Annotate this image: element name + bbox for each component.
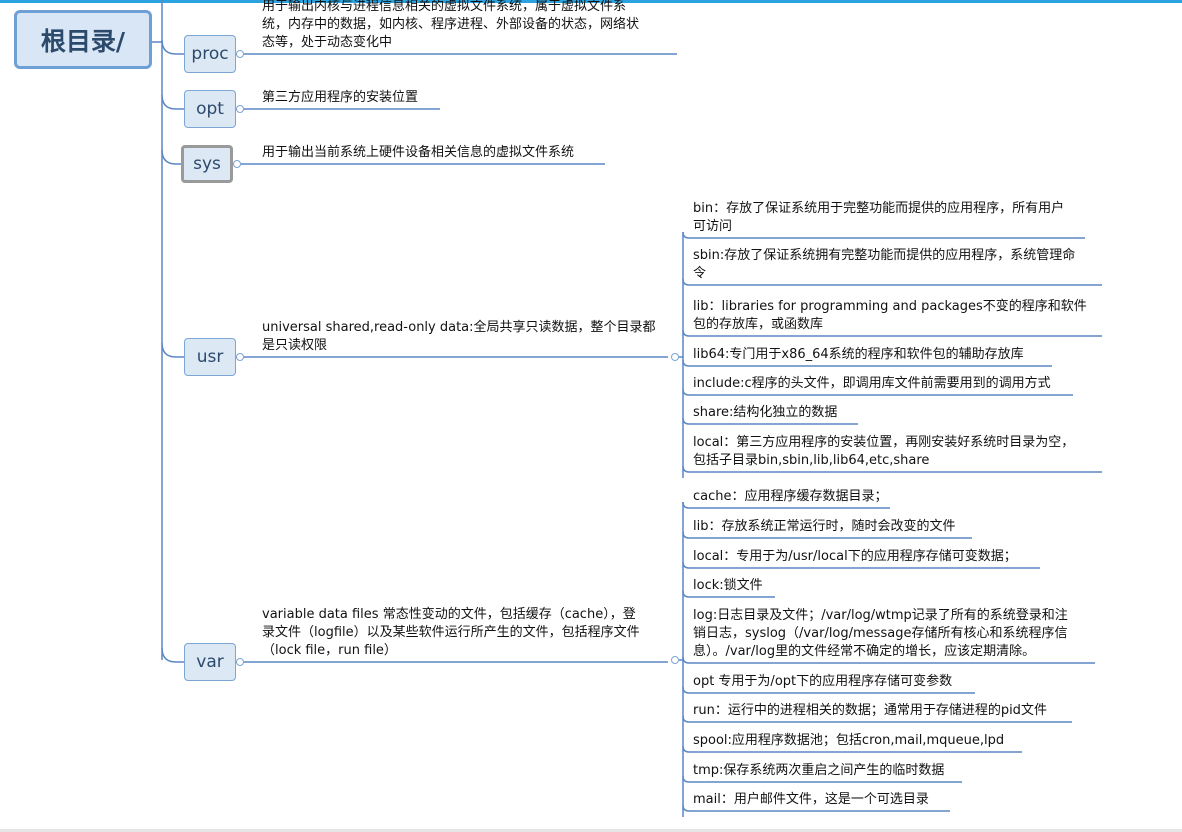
node-sys[interactable]: sys [181, 145, 233, 183]
text-line: 统，内存中的数据，如内核、程序进程、外部设备的状态，网络状 [262, 17, 640, 32]
text-line: 态等，处于动态变化中 [262, 35, 393, 50]
var-child-5: opt 专用于为/opt下的应用程序存储可变参数 [693, 673, 952, 691]
var-child-7: spool:应用程序数据池；包括cron,mail,mqueue,lpd [693, 732, 1004, 750]
var-child-8: tmp:保存系统两次重启之间产生的临时数据 [693, 762, 944, 780]
text-line: 令 [693, 266, 707, 281]
desc-opt: 第三方应用程序的安装位置 [262, 89, 418, 107]
text-line: include:c程序的头文件，即调用库文件前需要用到的调用方式 [693, 376, 1051, 391]
node-opt[interactable]: opt [184, 90, 236, 128]
text-line: 是只读权限 [262, 338, 328, 353]
text-line: 录文件（logfile）以及某些软件运行所产生的文件，包括程序文件 [262, 625, 640, 640]
text-line: bin：存放了保证系统用于完整功能而提供的应用程序，所有用户 [693, 201, 1065, 216]
text-line: 用于输出当前系统上硬件设备相关信息的虚拟文件系统 [262, 145, 575, 160]
var-child-2: local：专用于为/usr/local下的应用程序存储可变数据； [693, 548, 1017, 566]
text-line: run：运行中的进程相关的数据；通常用于存储进程的pid文件 [693, 703, 1047, 718]
text-line: tmp:保存系统两次重启之间产生的临时数据 [693, 763, 945, 778]
text-line: share:结构化独立的数据 [693, 405, 838, 420]
usr-child-0: bin：存放了保证系统用于完整功能而提供的应用程序，所有用户 可访问 [693, 200, 1064, 236]
text-line: lib：libraries for programming and packag… [693, 299, 1087, 314]
text-line: 息）。/var/log里的文件经常不确定的增长，应该定期清除。 [693, 644, 1036, 659]
text-line: log:日志目录及文件；/var/log/wtmp记录了所有的系统登录和注 [693, 608, 1068, 623]
usr-child-5: share:结构化独立的数据 [693, 404, 837, 422]
var-child-4: log:日志目录及文件；/var/log/wtmp记录了所有的系统登录和注 销日志… [693, 607, 1068, 661]
node-var[interactable]: var [184, 643, 236, 681]
text-line: 包的存放库，或函数库 [693, 317, 824, 332]
var-child-9: mail：用户邮件文件，这是一个可选目录 [693, 791, 929, 809]
desc-sys: 用于输出当前系统上硬件设备相关信息的虚拟文件系统 [262, 144, 574, 162]
usr-child-4: include:c程序的头文件，即调用库文件前需要用到的调用方式 [693, 375, 1051, 393]
text-line: 用于输出内核与进程信息相关的虚拟文件系统，属于虚拟文件系 [262, 0, 627, 14]
root-node[interactable]: 根目录/ [14, 10, 152, 69]
text-line: opt 专用于为/opt下的应用程序存储可变参数 [693, 674, 953, 689]
text-line: 第三方应用程序的安装位置 [262, 90, 419, 105]
text-line: lib64:专门用于x86_64系统的程序和软件包的辅助存放库 [693, 347, 1024, 362]
desc-var: variable data files 常态性变动的文件，包括缓存（cache）… [262, 606, 640, 660]
text-line: sbin:存放了保证系统拥有完整功能而提供的应用程序，系统管理命 [693, 248, 1076, 263]
var-child-1: lib：存放系统正常运行时，随时会改变的文件 [693, 518, 955, 536]
text-line: 可访问 [693, 219, 733, 234]
usr-child-2: lib：libraries for programming and packag… [693, 298, 1087, 334]
usr-child-6: local：第三方应用程序的安装位置，再刚安装好系统时目录为空， 包括子目录bin… [693, 434, 1074, 470]
desc-usr: universal shared,read-only data:全局共享只读数据… [262, 319, 656, 355]
text-line: local：第三方应用程序的安装位置，再刚安装好系统时目录为空， [693, 435, 1075, 450]
text-line: （lock file，run file） [262, 643, 397, 658]
text-line: 包括子目录bin,sbin,lib,lib64,etc,share [693, 453, 930, 468]
usr-child-1: sbin:存放了保证系统拥有完整功能而提供的应用程序，系统管理命令 [693, 247, 1075, 283]
text-line: cache：应用程序缓存数据目录； [693, 489, 888, 504]
text-line: variable data files 常态性变动的文件，包括缓存（cache）… [262, 607, 636, 622]
var-child-6: run：运行中的进程相关的数据；通常用于存储进程的pid文件 [693, 702, 1047, 720]
text-line: local：专用于为/usr/local下的应用程序存储可变数据； [693, 549, 1017, 564]
text-line: spool:应用程序数据池；包括cron,mail,mqueue,lpd [693, 733, 1005, 748]
var-child-0: cache：应用程序缓存数据目录； [693, 488, 888, 506]
text-line: lib：存放系统正常运行时，随时会改变的文件 [693, 519, 956, 534]
text-line: 销日志，syslog（/var/log/message存储所有核心和系统程序信 [693, 626, 1068, 641]
usr-child-3: lib64:专门用于x86_64系统的程序和软件包的辅助存放库 [693, 346, 1024, 364]
desc-proc: 用于输出内核与进程信息相关的虚拟文件系统，属于虚拟文件系 统，内存中的数据，如内核… [262, 0, 639, 52]
var-child-3: lock:锁文件 [693, 577, 763, 595]
node-proc[interactable]: proc [184, 35, 236, 73]
text-line: mail：用户邮件文件，这是一个可选目录 [693, 792, 929, 807]
text-line: universal shared,read-only data:全局共享只读数据… [262, 320, 656, 335]
text-line: lock:锁文件 [693, 578, 763, 593]
node-usr[interactable]: usr [184, 338, 236, 376]
